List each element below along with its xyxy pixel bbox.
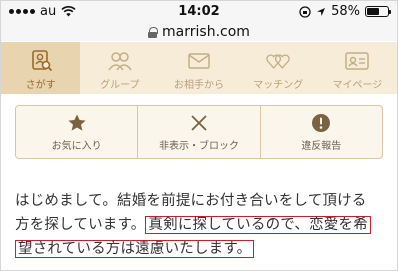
star-icon (68, 114, 86, 131)
nav-item-from-partner[interactable]: お相手から (159, 42, 238, 94)
profile-message: はじめまして。結婚を前提にお付き合いをして頂ける 方を探しています。 真剣に探して… (15, 189, 385, 261)
highlighted-text: 真剣に探しているので、恋愛を希 (145, 216, 371, 234)
status-bar: au 14:02 58% (1, 1, 397, 23)
profile-card-icon (345, 52, 370, 70)
message-line-1: はじめまして。結婚を前提にお付き合いをして頂ける (15, 193, 367, 209)
url-text: marrish.com (162, 24, 250, 40)
report-button[interactable]: 違反報告 (261, 106, 382, 158)
highlighted-text: 望されている方は遠慮いたします。 (15, 240, 255, 258)
screen-frame: au 14:02 58% marrish.com さがす グループ お相手から … (0, 0, 398, 271)
nav-label: グループ (100, 80, 140, 91)
nav-item-search[interactable]: さがす (1, 42, 81, 94)
mail-icon (188, 53, 210, 69)
nav-item-group[interactable]: グループ (80, 42, 159, 94)
favorite-button[interactable]: お気に入り (16, 106, 139, 158)
message-text: 方を探しています。 (15, 217, 146, 233)
search-person-icon (31, 50, 52, 72)
battery-icon (365, 6, 391, 17)
nav-label: マイページ (332, 80, 383, 91)
favorite-label: お気に入り (51, 140, 102, 152)
address-bar[interactable]: marrish.com (1, 23, 397, 41)
nav-label: さがす (25, 80, 56, 91)
hide-block-button[interactable]: 非表示・ブロック (138, 106, 261, 158)
close-icon (191, 114, 207, 131)
status-right: 58% (299, 4, 391, 19)
alert-icon (312, 113, 331, 132)
nav-item-mypage[interactable]: マイページ (318, 42, 397, 94)
nav-label: お相手から (174, 80, 224, 91)
message-line-3: 望されている方は遠慮いたします。 (15, 237, 385, 261)
hide-block-label: 非表示・ブロック (158, 140, 239, 152)
battery-percent: 58% (331, 4, 360, 19)
location-arrow-icon (317, 7, 326, 16)
rotation-lock-icon (299, 5, 311, 18)
main-nav: さがす グループ お相手から マッチング マイページ (1, 42, 397, 94)
report-label: 違反報告 (301, 140, 342, 152)
profile-actions: お気に入り 非表示・ブロック 違反報告 (15, 105, 383, 159)
nav-item-matching[interactable]: マッチング (239, 42, 318, 94)
hearts-icon (266, 54, 290, 69)
nav-label: マッチング (253, 80, 304, 91)
group-icon (108, 52, 132, 71)
message-line-2: 方を探しています。 真剣に探しているので、恋愛を希 (15, 213, 385, 237)
lock-icon (148, 26, 159, 38)
battery-fill (367, 8, 379, 15)
